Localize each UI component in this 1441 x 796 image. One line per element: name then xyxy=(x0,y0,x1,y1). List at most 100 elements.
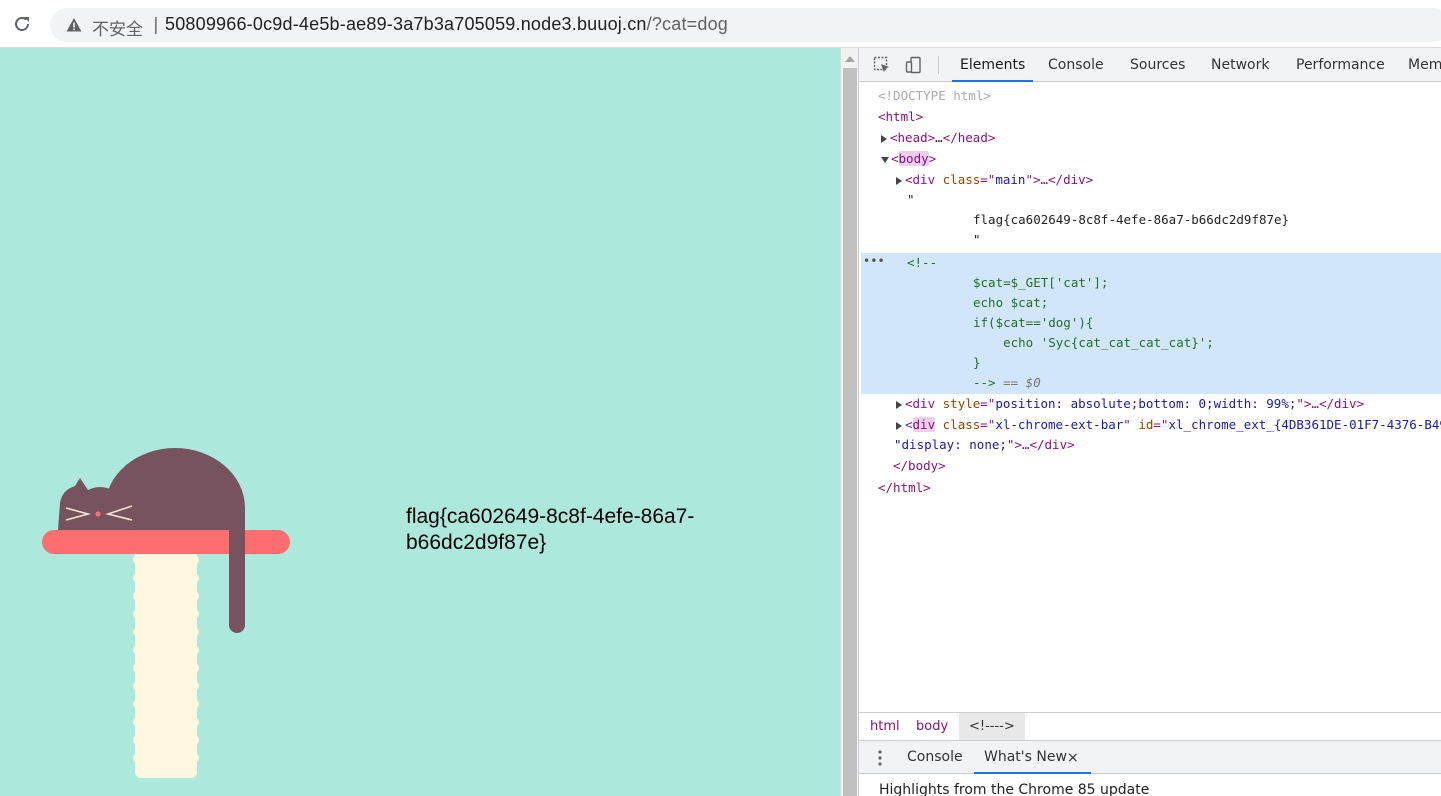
body-name: body xyxy=(898,151,929,166)
quote-close: " xyxy=(973,232,981,247)
div-main-tag: <div xyxy=(905,172,936,187)
address-bar[interactable]: 不安全 | 50809966-0c9d-4e5b-ae89-3a7b3a7050… xyxy=(50,8,1441,42)
dom-div-main[interactable]: <div class="main">…</div> xyxy=(859,170,1441,190)
div-style-end: ">…</div> xyxy=(1296,396,1365,411)
div-style-tag: <div xyxy=(905,396,936,411)
comment-line-4: echo 'Syc{cat_cat_cat_cat}'; xyxy=(973,335,1214,350)
div-main-val: main xyxy=(995,172,1026,187)
quote-open: " xyxy=(907,192,915,207)
drawer-tab-whats-new[interactable]: What's New xyxy=(974,741,1091,774)
dom-comment-line[interactable]: echo $cat; xyxy=(859,293,1441,313)
div-ext-lt: < xyxy=(905,417,913,432)
div-main-eq: =" xyxy=(980,172,996,187)
div-main-attr: class xyxy=(942,172,981,187)
inspect-element-icon[interactable] xyxy=(873,56,891,74)
comment-open: <!-- xyxy=(907,255,938,270)
comment-line-2: echo $cat; xyxy=(973,295,1049,310)
dom-body-close[interactable]: </body> xyxy=(859,456,1441,476)
comment-line-3: if($cat=='dog'){ xyxy=(973,315,1094,330)
div-ext-attr-class: class xyxy=(942,417,981,432)
dom-html-close[interactable]: </html> xyxy=(859,478,1441,498)
dom-comment-line[interactable]: } xyxy=(859,353,1441,373)
url-path: /?cat=dog xyxy=(646,14,728,34)
tab-memory[interactable]: Mem xyxy=(1408,48,1441,82)
tab-network[interactable]: Network xyxy=(1211,48,1269,82)
head-close: </head> xyxy=(942,130,996,145)
dom-comment-close[interactable]: --> == $0 xyxy=(859,373,1441,393)
tab-elements[interactable]: Elements xyxy=(951,48,1034,82)
flag-text: flag{ca602649-8c8f-4efe-86a7-b66dc2d9f87… xyxy=(406,505,695,554)
cat-illustration xyxy=(42,448,290,778)
dom-tree[interactable]: <!DOCTYPE html> <html> <head>…</head> <b… xyxy=(859,84,1441,712)
dom-comment-line[interactable]: echo 'Syc{cat_cat_cat_cat}'; xyxy=(859,333,1441,353)
dom-div-style[interactable]: <div style="position: absolute;bottom: 0… xyxy=(859,394,1441,414)
html-close: </html> xyxy=(878,480,931,495)
head-open: <head> xyxy=(890,130,936,145)
body-close: </body> xyxy=(893,458,946,473)
reload-icon[interactable] xyxy=(12,14,32,34)
expand-triangle-icon[interactable] xyxy=(896,176,902,185)
tab-performance[interactable]: Performance xyxy=(1296,48,1385,82)
comment-line-5: } xyxy=(973,355,981,370)
div-ext-style-val: display: none; xyxy=(901,437,1007,452)
dom-comment-open[interactable]: <!-- xyxy=(859,253,1441,273)
expand-triangle-icon[interactable] xyxy=(896,400,902,409)
dom-comment-line[interactable]: if($cat=='dog'){ xyxy=(859,313,1441,333)
html-tag: <html> xyxy=(878,109,924,124)
drawer-content: Highlights from the Chrome 85 update xyxy=(879,782,1150,796)
dom-div-ext-style[interactable]: "display: none;">…</div> xyxy=(859,435,1441,455)
page-viewport: flag{ca602649-8c8f-4efe-86a7-b66dc2d9f87… xyxy=(0,48,840,796)
url-text[interactable]: 50809966-0c9d-4e5b-ae89-3a7b3a705059.nod… xyxy=(165,14,728,35)
browser-toolbar: 不安全 | 50809966-0c9d-4e5b-ae89-3a7b3a7050… xyxy=(0,0,1441,48)
scroll-up-icon[interactable] xyxy=(845,56,855,62)
tab-sources[interactable]: Sources xyxy=(1130,48,1185,82)
div-style-attr: style xyxy=(942,396,981,411)
body-lt: < xyxy=(891,151,899,166)
scratching-post xyxy=(133,548,199,778)
div-main-end: ">…</div> xyxy=(1025,172,1094,187)
div-ext-val-id: xl_chrome_ext_{4DB361DE-01F7-4376-B494-6… xyxy=(1168,417,1441,432)
separator: | xyxy=(153,15,159,35)
comment-line-1: $cat=$_GET['cat']; xyxy=(973,275,1109,290)
toolbar-divider xyxy=(938,56,939,74)
shelf xyxy=(42,530,290,554)
dom-div-ext[interactable]: <div class="xl-chrome-ext-bar" id="xl_ch… xyxy=(859,415,1441,435)
dom-text-flag[interactable]: flag{ca602649-8c8f-4efe-86a7-b66dc2d9f87… xyxy=(859,210,1441,230)
dom-body-open[interactable]: <body> xyxy=(859,149,1441,169)
div-style-val: position: absolute;bottom: 0;width: 99%; xyxy=(995,396,1297,411)
close-icon[interactable]: × xyxy=(1067,750,1079,766)
dom-head[interactable]: <head>…</head> xyxy=(859,128,1441,148)
dom-html-open[interactable]: <html> xyxy=(859,107,1441,127)
devtools-tabbar: Elements Console Sources Network Perform… xyxy=(859,48,1441,82)
body-gt: > xyxy=(928,151,937,166)
url-host: 50809966-0c9d-4e5b-ae89-3a7b3a705059.nod… xyxy=(165,14,647,34)
div-ext-end: >…</div> xyxy=(1014,437,1075,452)
drawer-tab-console[interactable]: Console xyxy=(907,741,963,774)
console-ref: == $0 xyxy=(1003,375,1041,390)
collapse-triangle-icon[interactable] xyxy=(881,156,889,163)
security-label[interactable]: 不安全 xyxy=(92,15,143,40)
scrollbar-thumb[interactable] xyxy=(843,68,857,796)
dom-comment-line[interactable]: $cat=$_GET['cat']; xyxy=(859,273,1441,293)
expand-triangle-icon[interactable] xyxy=(881,134,887,143)
breadcrumb: html body <!----> xyxy=(859,712,1441,740)
device-toolbar-icon[interactable] xyxy=(905,56,923,74)
dom-flag-text: flag{ca602649-8c8f-4efe-86a7-b66dc2d9f87… xyxy=(973,212,1290,227)
breadcrumb-html[interactable]: html xyxy=(870,713,900,740)
devtools-panel: Elements Console Sources Network Perform… xyxy=(858,48,1441,796)
dom-text-quote-close[interactable]: " xyxy=(859,230,1441,250)
head-ellipsis: … xyxy=(935,130,943,145)
warning-icon[interactable] xyxy=(66,17,82,33)
breadcrumb-body[interactable]: body xyxy=(916,713,948,740)
comment-close: --> xyxy=(973,375,996,390)
dom-doctype[interactable]: <!DOCTYPE html> xyxy=(859,86,1441,106)
devtools-drawer-tabbar: Console What's New × xyxy=(859,740,1441,774)
div-ext-attr-id: id xyxy=(1138,417,1154,432)
page-scrollbar[interactable] xyxy=(840,48,858,796)
expand-triangle-icon[interactable] xyxy=(896,421,902,430)
dom-text-quote-open[interactable]: " xyxy=(859,190,1441,210)
tab-console[interactable]: Console xyxy=(1048,48,1104,82)
breadcrumb-comment[interactable]: <!----> xyxy=(959,713,1025,740)
more-options-icon[interactable] xyxy=(877,750,883,766)
div-ext-name: div xyxy=(912,417,936,432)
